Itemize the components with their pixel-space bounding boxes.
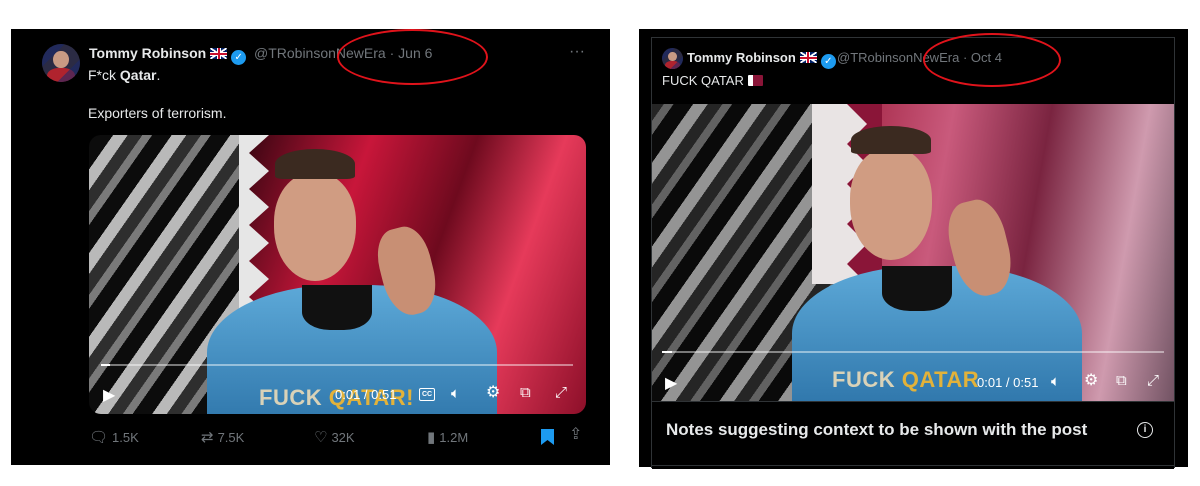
- post-text-bold: Qatar: [119, 67, 157, 83]
- post-text-line1: FUCK QATAR: [662, 73, 763, 88]
- captions-icon[interactable]: CC: [419, 388, 435, 401]
- like-count: 32K: [331, 430, 355, 445]
- video-time: 0:01 / 0:51: [335, 387, 397, 402]
- notes-banner-text: Notes suggesting context to be shown wit…: [666, 420, 1088, 439]
- views-button[interactable]: ▮ 1.2M: [427, 428, 468, 446]
- post-card: Tommy Robinson ✓ @TRobinsonNewEra · Oct 4…: [651, 33, 1175, 469]
- heart-icon: ♡: [314, 429, 328, 446]
- play-icon[interactable]: ▶: [665, 376, 677, 392]
- share-icon[interactable]: ⇪: [569, 427, 582, 443]
- picture-in-picture-icon[interactable]: ⧉: [520, 385, 531, 401]
- picture-in-picture-icon[interactable]: ⧉: [1116, 373, 1127, 389]
- author-name-text[interactable]: Tommy Robinson: [89, 45, 206, 61]
- bar-chart-icon: ▮: [427, 429, 436, 446]
- divider: [652, 465, 1174, 466]
- date-annotation-circle: [923, 33, 1061, 87]
- views-count: 1.2M: [439, 430, 469, 445]
- like-button[interactable]: ♡ 32K: [314, 428, 355, 446]
- play-icon[interactable]: ▶: [103, 388, 115, 404]
- uk-flag-icon: [799, 52, 817, 63]
- date-annotation-circle: [337, 29, 488, 85]
- post-text-suffix: .: [156, 67, 161, 83]
- verified-badge-icon[interactable]: ✓: [820, 54, 836, 69]
- settings-gear-icon[interactable]: ⚙: [1084, 373, 1098, 389]
- reply-count: 1.5K: [112, 430, 139, 445]
- community-notes-banner[interactable]: Notes suggesting context to be shown wit…: [652, 401, 1174, 469]
- post-text-line2: Exporters of terrorism.: [88, 105, 227, 121]
- author-name[interactable]: Tommy Robinson ✓: [89, 45, 247, 65]
- video-progress-fill: [101, 364, 111, 366]
- post-text-line1: F*ck Qatar.: [88, 67, 160, 83]
- speaker-figure: [89, 135, 586, 414]
- author-name-text[interactable]: Tommy Robinson: [687, 50, 796, 65]
- bookmark-icon[interactable]: [541, 429, 554, 449]
- info-icon[interactable]: i: [1137, 422, 1153, 438]
- post-text-prefix: F*ck: [88, 67, 120, 83]
- more-horizontal-icon[interactable]: ···: [569, 44, 585, 60]
- repost-icon: ⇄: [201, 429, 214, 446]
- video-progress-fill: [662, 351, 673, 353]
- caption-word-1: FUCK: [259, 385, 323, 410]
- video-player[interactable]: FUCK QATAR! ▶ 0:01 / 0:51 CC 🔈︎ ⚙ ⧉ ⤢: [89, 135, 586, 414]
- post-text: FUCK QATAR: [662, 73, 744, 88]
- qatar-flag-icon: [747, 75, 763, 86]
- fullscreen-icon[interactable]: ⤢: [1147, 373, 1159, 389]
- video-player[interactable]: FUCK QATAR ▶ 0:01 / 0:51 🔈︎ ⚙ ⧉ ⤢: [652, 104, 1174, 401]
- avatar[interactable]: [662, 48, 683, 69]
- repost-button[interactable]: ⇄ 7.5K: [201, 428, 244, 446]
- video-progress-bar[interactable]: [101, 364, 573, 366]
- right-post-screenshot: Tommy Robinson ✓ @TRobinsonNewEra · Oct 4…: [639, 29, 1188, 469]
- reply-icon: 🗨︎: [89, 429, 109, 446]
- settings-gear-icon[interactable]: ⚙: [486, 385, 500, 401]
- avatar[interactable]: [42, 44, 80, 82]
- fullscreen-icon[interactable]: ⤢: [555, 385, 567, 401]
- video-progress-bar[interactable]: [662, 351, 1164, 353]
- volume-icon[interactable]: 🔈︎: [1051, 374, 1060, 390]
- speaker-figure: [652, 104, 1174, 401]
- volume-icon[interactable]: 🔈︎: [451, 386, 460, 402]
- reply-button[interactable]: 🗨︎ 1.5K: [89, 428, 139, 446]
- author-name[interactable]: Tommy Robinson ✓: [687, 50, 836, 69]
- uk-flag-icon: [210, 48, 228, 59]
- repost-count: 7.5K: [217, 430, 245, 445]
- caption-word-2: QATAR: [901, 367, 980, 392]
- left-post-screenshot: Tommy Robinson ✓ @TRobinsonNewEra · Jun 6…: [11, 29, 610, 465]
- video-caption: FUCK QATAR: [832, 367, 979, 393]
- caption-word-1: FUCK: [832, 367, 896, 392]
- video-time: 0:01 / 0:51: [977, 375, 1039, 390]
- verified-badge-icon[interactable]: ✓: [231, 50, 247, 65]
